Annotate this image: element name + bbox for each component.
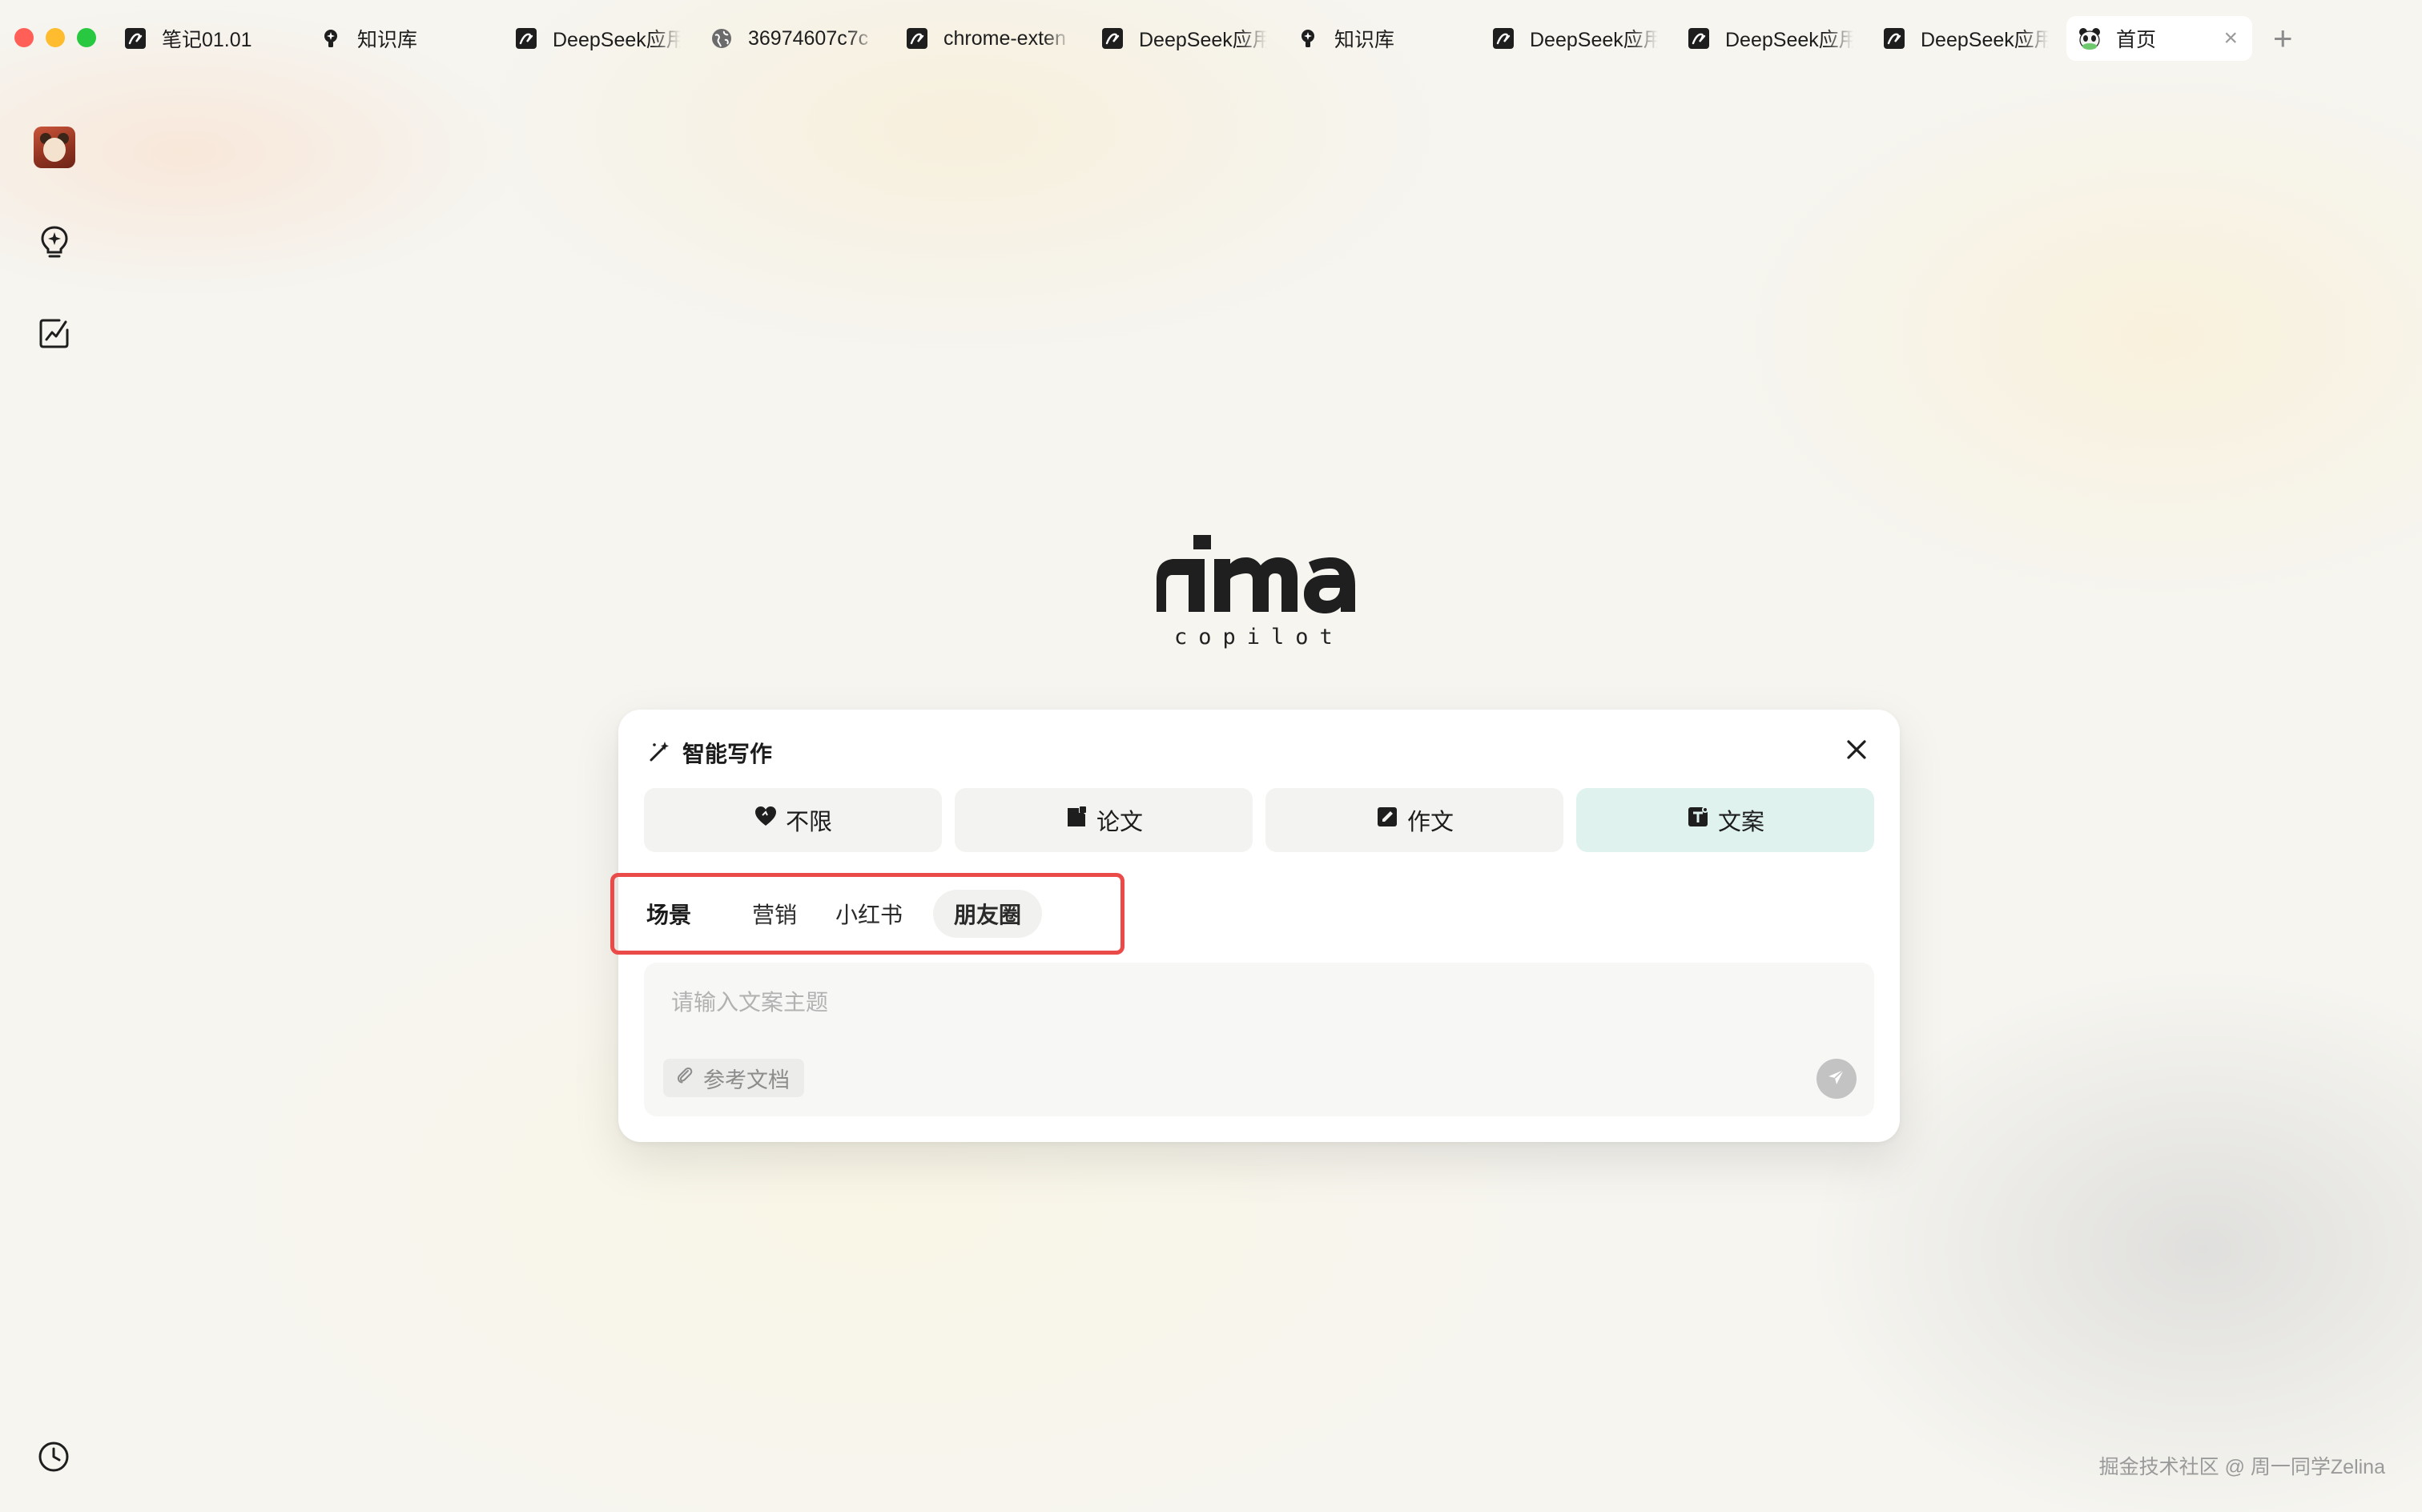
- tab-knowledge-base[interactable]: 知识库: [308, 16, 503, 61]
- lightbulb-icon: [319, 26, 343, 50]
- tab-chrome-extension[interactable]: chrome-exten: [894, 16, 1089, 61]
- type-button-essay[interactable]: 作文: [1265, 788, 1563, 852]
- type-button-unlimited[interactable]: 不限: [644, 788, 942, 852]
- tab-label: 笔记01.01: [162, 29, 252, 51]
- topic-input[interactable]: 请输入文案主题 参考文档: [644, 963, 1874, 1116]
- tab-label: chrome-exten: [943, 26, 1066, 50]
- edit-chart-icon[interactable]: [35, 314, 74, 352]
- type-label: 文案: [1717, 810, 1764, 835]
- scene-option-xiaohongshu[interactable]: 小红书: [835, 898, 903, 930]
- text-square-icon: [1686, 805, 1718, 835]
- type-label: 作文: [1406, 810, 1454, 835]
- send-icon: [1826, 1067, 1847, 1092]
- tab-label: DeepSeek应用: [553, 29, 681, 51]
- panel-header: 智能写作: [647, 737, 772, 769]
- tab-web-page[interactable]: 36974607c7c: [698, 16, 894, 61]
- close-icon[interactable]: [1842, 735, 1871, 764]
- magic-wand-icon: [647, 739, 671, 767]
- send-button[interactable]: [1816, 1059, 1857, 1099]
- panda-icon: [2078, 26, 2102, 50]
- type-button-copywriting[interactable]: 文案: [1576, 788, 1874, 852]
- paperclip-icon: [674, 1065, 703, 1092]
- tab-home[interactable]: 首页 ×: [2066, 16, 2252, 61]
- writing-type-selector: 不限 论文 作文 文案: [644, 788, 1874, 852]
- document-icon: [1064, 805, 1096, 835]
- note-icon: [1100, 26, 1124, 50]
- lightbulb-sparkle-icon[interactable]: [35, 223, 74, 261]
- note-icon: [1687, 26, 1711, 50]
- panel-title: 智能写作: [682, 742, 773, 766]
- heart-icon: [754, 805, 786, 835]
- tab-label: DeepSeek应用: [1530, 29, 1658, 51]
- logo-subtitle: copilot: [1174, 625, 1344, 649]
- avatar[interactable]: [34, 127, 75, 168]
- tab-label: DeepSeek应用: [1139, 29, 1267, 51]
- sidebar: [0, 77, 112, 1512]
- scene-selector: 场景 营销 小红书 朋友圈: [610, 873, 1124, 955]
- globe-icon: [710, 26, 734, 50]
- scene-option-moments[interactable]: 朋友圈: [933, 890, 1043, 938]
- browser-tab-bar: 笔记01.01 知识库 DeepSeek应用 36974607c7c chrom…: [0, 0, 2422, 77]
- window-controls: [14, 28, 96, 47]
- note-icon: [514, 26, 538, 50]
- minimize-window-button[interactable]: [46, 28, 65, 47]
- pen-square-icon: [1375, 805, 1407, 835]
- type-button-paper[interactable]: 论文: [955, 788, 1253, 852]
- tab-deepseek[interactable]: DeepSeek应用: [503, 16, 698, 61]
- tab-label: 36974607c7c: [748, 26, 869, 50]
- tab-label: 知识库: [357, 29, 418, 51]
- reference-label: 参考文档: [703, 1068, 790, 1092]
- scene-label: 场景: [646, 903, 692, 927]
- tab-deepseek[interactable]: DeepSeek应用: [1871, 16, 2066, 61]
- tab-deepseek[interactable]: DeepSeek应用: [1089, 16, 1285, 61]
- topic-input-placeholder: 请输入文案主题: [671, 990, 829, 1015]
- reference-document-button[interactable]: 参考文档: [663, 1059, 804, 1097]
- tab-label: DeepSeek应用: [1725, 29, 1853, 51]
- history-clock-icon[interactable]: [35, 1438, 72, 1475]
- tab-deepseek[interactable]: DeepSeek应用: [1480, 16, 1676, 61]
- tab-note[interactable]: 笔记01.01: [112, 16, 308, 61]
- close-window-button[interactable]: [14, 28, 34, 47]
- scene-option-marketing[interactable]: 营销: [752, 898, 797, 930]
- tab-deepseek[interactable]: DeepSeek应用: [1676, 16, 1871, 61]
- close-tab-icon[interactable]: ×: [2223, 26, 2238, 50]
- tab-label: 知识库: [1334, 29, 1395, 51]
- tab-knowledge-base[interactable]: 知识库: [1285, 16, 1480, 61]
- type-label: 论文: [1096, 810, 1143, 835]
- smart-writing-panel: 智能写作 不限 论文 作文 文案 场景 营销 小红书 朋友圈 请输入文案主题 参…: [610, 710, 1900, 1142]
- note-icon: [1491, 26, 1515, 50]
- note-icon: [905, 26, 929, 50]
- note-icon: [1882, 26, 1906, 50]
- maximize-window-button[interactable]: [77, 28, 96, 47]
- watermark: 掘金技术社区 @ 周一同学Zelina: [2098, 1456, 2385, 1478]
- tab-label: DeepSeek应用: [1921, 29, 2049, 51]
- type-label: 不限: [785, 810, 832, 835]
- note-icon: [123, 26, 147, 50]
- lightbulb-icon: [1296, 26, 1320, 50]
- new-tab-button[interactable]: +: [2273, 19, 2293, 58]
- tab-strip: 笔记01.01 知识库 DeepSeek应用 36974607c7c chrom…: [112, 16, 2252, 61]
